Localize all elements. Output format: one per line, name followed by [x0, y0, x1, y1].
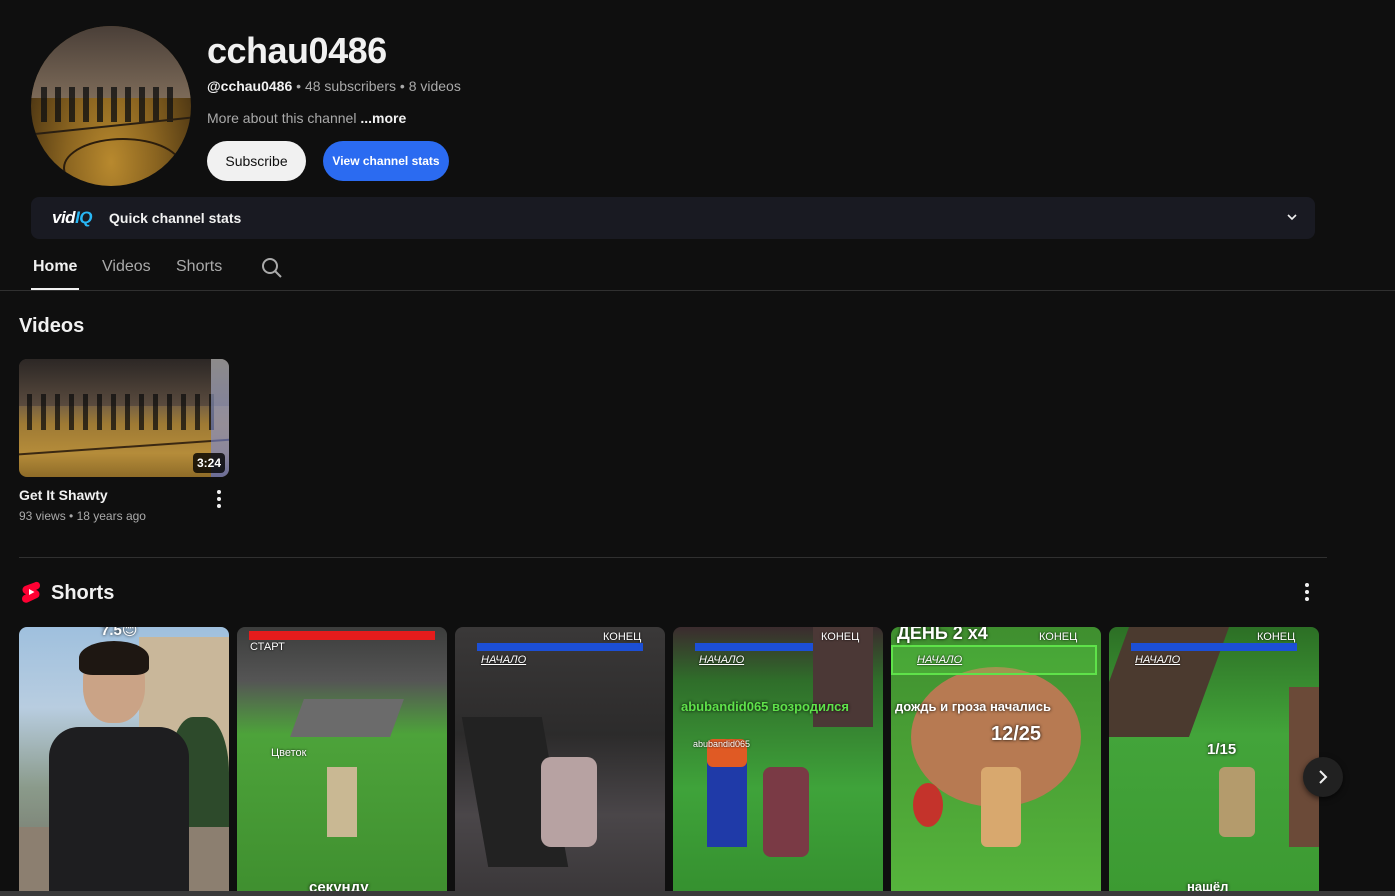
- shorts-more-options-icon[interactable]: [1295, 580, 1319, 604]
- short-thumbnail[interactable]: 7.5😊: [19, 627, 229, 896]
- subscriber-count: 48 subscribers: [304, 78, 396, 94]
- tab-videos[interactable]: Videos: [102, 258, 151, 276]
- short-thumbnail[interactable]: ДЕНЬ 2 x4 НАЧАЛО КОНЕЦ дождь и гроза нач…: [891, 627, 1101, 896]
- video-thumbnail[interactable]: 3:24: [19, 359, 229, 477]
- short-overlay-text: 7.5😊: [101, 627, 138, 639]
- short-overlay-text: 1/15: [1207, 741, 1237, 758]
- channel-handle: @cchau0486: [207, 78, 293, 94]
- short-overlay-text: КОНЕЦ: [1039, 631, 1078, 643]
- video-meta: 93 views • 18 years ago: [19, 509, 146, 523]
- search-icon[interactable]: [260, 256, 284, 280]
- short-overlay-text: КОНЕЦ: [821, 631, 860, 643]
- meta-separator: •: [296, 78, 302, 94]
- short-overlay-text: 12/25: [991, 723, 1042, 745]
- short-overlay-text: СТАРТ: [250, 641, 285, 653]
- shorts-next-button[interactable]: [1303, 757, 1343, 797]
- vidiq-logo-vid: vid: [52, 208, 76, 227]
- videos-section-title[interactable]: Videos: [19, 315, 84, 338]
- video-title[interactable]: Get It Shawty: [19, 487, 108, 503]
- vidiq-logo-iq: IQ: [75, 208, 93, 227]
- meta-separator: •: [69, 509, 74, 523]
- short-overlay-text: КОНЕЦ: [603, 631, 642, 643]
- channel-avatar[interactable]: [31, 26, 191, 186]
- short-overlay-text: КОНЕЦ: [1257, 631, 1296, 643]
- short-thumbnail[interactable]: НАЧАЛО КОНЕЦ 1/15 нашёл: [1109, 627, 1319, 896]
- shorts-section-title[interactable]: Shorts: [51, 582, 114, 605]
- divider: [0, 290, 1395, 291]
- tab-shorts[interactable]: Shorts: [176, 258, 222, 276]
- short-overlay-text: НАЧАЛО: [917, 654, 963, 666]
- channel-meta: @cchau0486 • 48 subscribers • 8 videos: [207, 78, 461, 94]
- tab-home[interactable]: Home: [33, 258, 77, 276]
- divider: [19, 557, 1327, 558]
- video-count: 8 videos: [408, 78, 461, 94]
- short-overlay-text: abubandid065: [693, 739, 751, 749]
- chevron-right-icon: [1319, 770, 1328, 784]
- view-channel-stats-button[interactable]: View channel stats: [323, 141, 449, 181]
- short-overlay-text: НАЧАЛО: [481, 654, 527, 666]
- video-duration: 3:24: [192, 453, 225, 473]
- short-thumbnail[interactable]: НАЧАЛО КОНЕЦ abubandid065 возродился abu…: [673, 627, 883, 896]
- short-overlay-text: дождь и гроза начались: [895, 699, 1051, 714]
- vidiq-logo: vidIQ: [52, 208, 93, 228]
- short-overlay-text: НАЧАЛО: [1135, 654, 1181, 666]
- subscribe-button[interactable]: Subscribe: [207, 141, 306, 181]
- chevron-down-icon[interactable]: [1285, 210, 1299, 224]
- meta-separator: •: [399, 78, 405, 94]
- video-age: 18 years ago: [76, 509, 146, 523]
- channel-name: cchau0486: [207, 30, 387, 71]
- short-thumbnail[interactable]: СТАРТ Цветок секунду: [237, 627, 447, 896]
- vidiq-label: Quick channel stats: [109, 210, 242, 226]
- shorts-icon: [22, 581, 40, 603]
- short-thumbnail[interactable]: НАЧАЛО КОНЕЦ: [455, 627, 665, 896]
- short-overlay-text: Цветок: [271, 747, 307, 759]
- vidiq-quick-stats-bar[interactable]: vidIQ Quick channel stats: [31, 197, 1315, 239]
- video-more-options-icon[interactable]: [207, 487, 231, 511]
- short-overlay-text: НАЧАЛО: [699, 654, 745, 666]
- channel-about[interactable]: More about this channel ...more: [207, 110, 406, 126]
- short-overlay-text: ДЕНЬ 2 x4: [897, 627, 988, 643]
- more-link[interactable]: ...more: [360, 110, 406, 126]
- horizontal-scrollbar[interactable]: [0, 891, 1395, 896]
- about-text: More about this channel: [207, 110, 357, 126]
- video-views: 93 views: [19, 509, 66, 523]
- short-overlay-text: abubandid065 возродился: [681, 699, 849, 714]
